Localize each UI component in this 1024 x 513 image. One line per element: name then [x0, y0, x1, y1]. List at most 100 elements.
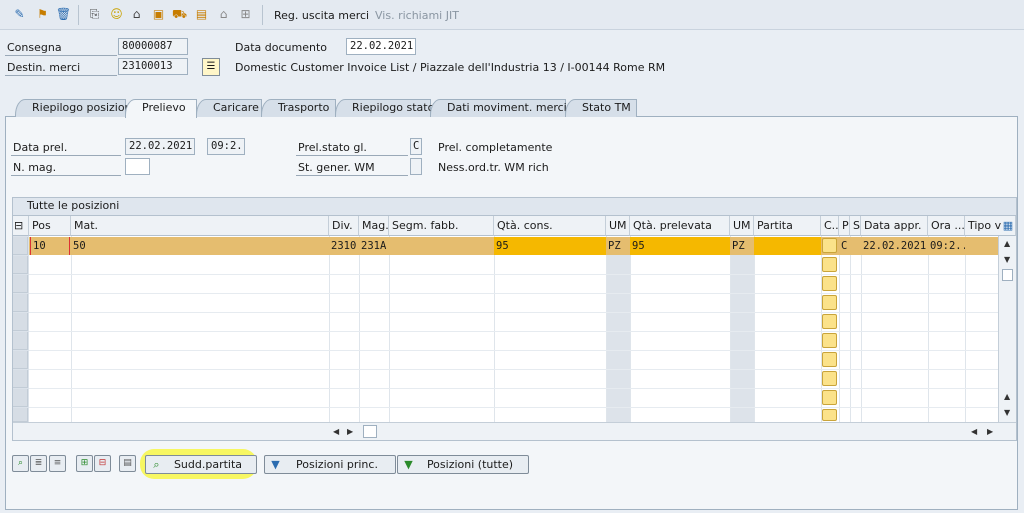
header-icon[interactable]: ⌂	[129, 7, 144, 22]
c-checkbox[interactable]	[822, 295, 837, 310]
row-selector[interactable]	[13, 370, 28, 388]
scroll-down-icon[interactable]: ▼	[1004, 255, 1010, 264]
jit-calls-button[interactable]: Vis. richiami JIT	[375, 9, 459, 22]
item-icon[interactable]: ▣	[151, 7, 166, 22]
c-checkbox[interactable]	[822, 333, 837, 348]
row-selector[interactable]	[13, 313, 28, 331]
c-checkbox[interactable]	[822, 390, 837, 405]
c-checkbox[interactable]	[822, 276, 837, 291]
col-header-pos[interactable]: Pos	[29, 216, 71, 236]
row-selector[interactable]	[13, 237, 28, 255]
col-header-mat[interactable]: Mat.	[71, 216, 329, 236]
document-flow-icon[interactable]: ⎘	[87, 7, 102, 22]
doc-date-field[interactable]: 22.02.2021	[346, 38, 416, 55]
c-checkbox[interactable]	[822, 238, 837, 253]
address-detail-icon[interactable]: ☰	[202, 58, 220, 76]
delete-row-icon[interactable]: ⊟	[94, 455, 111, 472]
scroll-up-icon[interactable]: ▲	[1004, 239, 1010, 248]
c-checkbox[interactable]	[822, 257, 837, 272]
insert-row-icon[interactable]: ⊞	[76, 455, 93, 472]
output-icon[interactable]: ▤	[194, 7, 209, 22]
batch-split-button[interactable]: ⌕ Sudd.partita	[145, 455, 257, 474]
display-change-icon[interactable]: ✎	[12, 7, 27, 22]
scroll-thumb[interactable]	[363, 425, 377, 438]
overview-icon[interactable]: ⊞	[238, 7, 253, 22]
partner-icon[interactable]: ☺	[109, 7, 124, 22]
cell-batch[interactable]	[754, 237, 821, 255]
cell-pos[interactable]: 10	[30, 237, 70, 255]
ship-to-field[interactable]: 23100013	[118, 58, 188, 75]
row-selector[interactable]	[13, 256, 28, 274]
warehouse-field[interactable]	[125, 158, 150, 175]
tab-status-overview[interactable]: Riepilogo stato	[335, 99, 434, 117]
wm-status-field[interactable]	[410, 158, 422, 175]
scroll-up-icon[interactable]: ▲	[1004, 392, 1010, 401]
select-all-icon[interactable]: ≣	[30, 455, 47, 472]
c-checkbox[interactable]	[822, 371, 837, 386]
table-settings-icon[interactable]: ⊟	[13, 216, 29, 236]
horizontal-scrollbar[interactable]: ◀ ▶ ◀ ▶	[13, 422, 1016, 440]
column-chooser-icon[interactable]: ▦	[1001, 218, 1015, 233]
cell-mag[interactable]: 231A	[359, 237, 389, 255]
row-selector[interactable]	[13, 389, 28, 407]
cell-date[interactable]: 22.02.2021	[861, 237, 928, 255]
scroll-down-icon[interactable]: ▼	[1004, 408, 1010, 417]
c-checkbox[interactable]	[822, 409, 837, 421]
cell-mat[interactable]: 50	[71, 237, 327, 255]
col-header-qty[interactable]: Qtà. cons.	[494, 216, 606, 236]
hold-icon[interactable]: ⚑	[35, 7, 50, 22]
all-items-button[interactable]: ▼ Posizioni (tutte)	[397, 455, 529, 474]
main-items-button[interactable]: ▼ Posizioni princ.	[264, 455, 396, 474]
deselect-all-icon[interactable]: ≡	[49, 455, 66, 472]
col-header-segm[interactable]: Segm. fabb.	[389, 216, 494, 236]
cell-type[interactable]	[965, 237, 1001, 255]
col-header-picked[interactable]: Qtà. prelevata	[630, 216, 730, 236]
pick-time-field[interactable]: 09:2...	[207, 138, 245, 155]
overall-status-field[interactable]: C	[410, 138, 422, 155]
cell-div[interactable]: 2310	[329, 237, 359, 255]
row-selector[interactable]	[13, 275, 28, 293]
post-goods-issue-button[interactable]: Reg. uscita merci	[274, 9, 369, 22]
tab-transport[interactable]: Trasporto	[261, 99, 336, 117]
texts-icon[interactable]: ⌂	[216, 7, 231, 22]
scroll-left-icon[interactable]: ◀	[333, 427, 339, 436]
cell-picked[interactable]: 95	[630, 237, 730, 255]
cell-qty[interactable]: 95	[494, 237, 606, 255]
delivery-field[interactable]: 80000087	[118, 38, 188, 55]
cell-time[interactable]: 09:2...	[928, 237, 965, 255]
scroll-right-icon[interactable]: ▶	[987, 427, 993, 436]
col-header-time[interactable]: Ora ...	[928, 216, 965, 236]
col-header-div[interactable]: Div.	[329, 216, 359, 236]
pick-date-field[interactable]: 22.02.2021	[125, 138, 195, 155]
col-header-date[interactable]: Data appr.	[861, 216, 928, 236]
col-header-um2[interactable]: UM	[730, 216, 754, 236]
tab-loading[interactable]: Caricare	[196, 99, 262, 117]
vertical-scrollbar[interactable]: ▲ ▼ ▲ ▼	[998, 236, 1016, 422]
row-selector[interactable]	[13, 332, 28, 350]
col-header-s[interactable]: S	[850, 216, 861, 236]
tab-goods-movement-data[interactable]: Dati moviment. merci	[430, 99, 567, 117]
col-header-mag[interactable]: Mag.	[359, 216, 389, 236]
tab-picking[interactable]: Prelievo	[125, 99, 197, 118]
col-header-p[interactable]: P	[839, 216, 850, 236]
row-selector[interactable]	[13, 351, 28, 369]
scroll-thumb[interactable]	[1002, 269, 1013, 281]
details-icon[interactable]: ⌕	[12, 455, 29, 472]
row-selector[interactable]	[13, 294, 28, 312]
scroll-right-icon[interactable]: ▶	[347, 427, 353, 436]
cell-segm[interactable]	[389, 237, 494, 255]
scroll-left-icon[interactable]: ◀	[971, 427, 977, 436]
cell-um[interactable]: PZ	[606, 237, 630, 255]
tab-item-overview[interactable]: Riepilogo posizioni	[15, 99, 135, 117]
col-header-um[interactable]: UM	[606, 216, 630, 236]
row-selector[interactable]	[13, 408, 28, 422]
col-header-c[interactable]: C...	[821, 216, 839, 236]
delete-icon[interactable]: 🗑	[56, 7, 71, 22]
col-header-batch[interactable]: Partita	[754, 216, 821, 236]
c-checkbox[interactable]	[822, 314, 837, 329]
cell-um2[interactable]: PZ	[730, 237, 754, 255]
shipment-icon[interactable]: ⛟	[172, 7, 187, 22]
c-checkbox[interactable]	[822, 352, 837, 367]
list-icon[interactable]: ▤	[119, 455, 136, 472]
tab-tm-status[interactable]: Stato TM	[565, 99, 637, 117]
